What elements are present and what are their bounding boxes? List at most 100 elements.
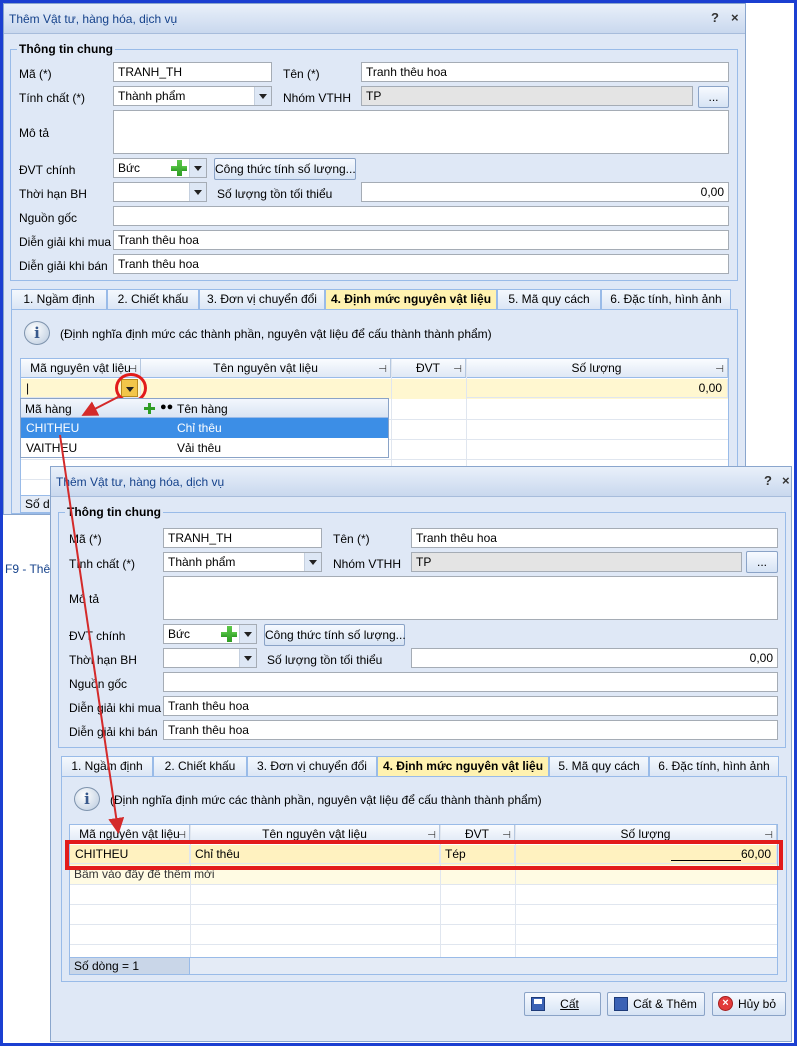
save-and-new-label: Cất & Thêm [633, 997, 697, 1011]
dropdown-row[interactable]: VAITHEU Vải thêu [21, 438, 388, 458]
annotation-highlight [65, 840, 783, 870]
ten-input[interactable]: Tranh thêu hoa [411, 528, 778, 548]
chevron-down-icon[interactable] [304, 553, 321, 571]
diengiaimua-label: Diễn giải khi mua [19, 235, 112, 249]
tab-chiet-khau[interactable]: 2. Chiết khấu [153, 756, 247, 776]
dvt-label: ĐVT chính [19, 163, 76, 177]
info-icon: i [24, 321, 50, 345]
tab-ma-quy-cach[interactable]: 5. Mã quy cách [549, 756, 649, 776]
add-icon[interactable] [144, 403, 155, 414]
nguongoc-input[interactable] [113, 206, 729, 226]
nhom-browse-button[interactable]: ... [746, 551, 778, 573]
tab-chiet-khau[interactable]: 2. Chiết khấu [107, 289, 199, 309]
ma-input[interactable]: TRANH_TH [113, 62, 272, 82]
info-icon: i [74, 787, 100, 811]
dropdown-row-code: CHITHEU [26, 421, 80, 435]
ten-input[interactable]: Tranh thêu hoa [361, 62, 729, 82]
ten-label: Tên (*) [283, 67, 320, 81]
diengiaiban-input[interactable]: Tranh thêu hoa [113, 254, 729, 274]
nguongoc-label: Nguồn gốc [19, 211, 78, 225]
congthuc-button[interactable]: Công thức tính số lượng... [264, 624, 406, 646]
grid-line [21, 459, 728, 460]
col-header-ma-text: Mã nguyên vật liệu [79, 827, 180, 841]
chevron-down-icon[interactable] [239, 625, 256, 643]
pin-icon[interactable]: ⊣ [453, 361, 462, 379]
ten-label: Tên (*) [333, 532, 370, 546]
tab-don-vi-chuyen-doi[interactable]: 3. Đơn vị chuyển đổi [199, 289, 325, 309]
add-icon[interactable] [170, 159, 188, 177]
tinhchat-value: Thành phẩm [118, 89, 186, 103]
tinhchat-select[interactable]: Thành phẩm [163, 552, 322, 572]
pin-icon[interactable]: ⊣ [378, 361, 387, 379]
col-header-dvt[interactable]: ĐVT ⊣ [391, 359, 466, 378]
dvt-value: Bức [168, 627, 191, 641]
congthuc-button[interactable]: Công thức tính số lượng... [214, 158, 356, 180]
ma-input[interactable]: TRANH_TH [163, 528, 322, 548]
binoculars-icon[interactable]: ●● [160, 401, 173, 413]
tab-ngam-dinh[interactable]: 1. Ngầm định [61, 756, 153, 776]
dropdown-header-name: Tên hàng [177, 402, 228, 416]
diengiaimua-input[interactable]: Tranh thêu hoa [163, 696, 778, 716]
tab-ma-quy-cach[interactable]: 5. Mã quy cách [497, 289, 601, 309]
dvt-value: Bức [118, 161, 141, 175]
tab-dac-tinh-hinh-anh[interactable]: 6. Đặc tính, hình ảnh [649, 756, 779, 776]
soluongton-label: Số lượng tồn tối thiểu [267, 653, 383, 667]
close-icon[interactable]: × [782, 473, 790, 488]
save-and-new-button[interactable]: Cất & Thêm [607, 992, 705, 1016]
col-header-ten[interactable]: Tên nguyên vật liệu ⊣ [141, 359, 391, 378]
save-button[interactable]: Cất [524, 992, 601, 1016]
dvt-select[interactable]: Bức [163, 624, 257, 644]
tab-don-vi-chuyen-doi[interactable]: 3. Đơn vị chuyển đổi [247, 756, 377, 776]
chevron-down-icon[interactable] [254, 87, 271, 105]
col-header-ten-text: Tên nguyên vật liệu [213, 361, 318, 375]
dvt-select[interactable]: Bức [113, 158, 207, 178]
chevron-down-icon[interactable] [239, 649, 256, 667]
chevron-down-icon[interactable] [189, 159, 206, 177]
ma-label: Mã (*) [19, 67, 52, 81]
nhom-input[interactable]: TP [361, 86, 693, 106]
thoihan-label: Thời hạn BH [19, 187, 87, 201]
nguongoc-input[interactable] [163, 672, 778, 692]
dropdown-header: Mã hàng ●● Tên hàng [21, 399, 388, 418]
add-icon[interactable] [220, 625, 238, 643]
soluongton-input[interactable]: 0,00 [361, 182, 729, 202]
help-icon[interactable]: ? [764, 473, 772, 488]
info-text: (Định nghĩa định mức các thành phần, ngu… [60, 327, 492, 341]
nhom-browse-button[interactable]: ... [698, 86, 729, 108]
tinhchat-select[interactable]: Thành phẩm [113, 86, 272, 106]
save-label: Cất [560, 997, 579, 1011]
nhom-input[interactable]: TP [411, 552, 742, 572]
tab-strip: 1. Ngầm định 2. Chiết khấu 3. Đơn vị chu… [61, 756, 779, 777]
edit-row-qty[interactable]: 0,00 [466, 379, 728, 398]
soluongton-label: Số lượng tồn tối thiểu [217, 187, 333, 201]
mota-textarea[interactable] [163, 576, 778, 620]
col-header-soluong-text: Số lượng [620, 827, 671, 841]
dropdown-row-selected[interactable]: CHITHEU Chỉ thêu [21, 418, 388, 438]
thoihan-select[interactable] [163, 648, 257, 668]
tab-dinh-muc-nvl[interactable]: 4. Định mức nguyên vật liệu [325, 289, 497, 310]
thoihan-select[interactable] [113, 182, 207, 202]
diengiaimua-input[interactable]: Tranh thêu hoa [113, 230, 729, 250]
save-new-icon [614, 997, 628, 1011]
pin-icon[interactable]: ⊣ [715, 361, 724, 379]
soluongton-input[interactable]: 0,00 [411, 648, 778, 668]
tab-ngam-dinh[interactable]: 1. Ngầm định [11, 289, 107, 309]
mota-textarea[interactable] [113, 110, 729, 154]
grid-line [70, 924, 777, 925]
cancel-button[interactable]: × Hủy bỏ [712, 992, 786, 1016]
back-dialog: Thêm Vật tư, hàng hóa, dịch vụ ? × Thông… [3, 3, 746, 515]
col-header-soluong-text: Số lượng [571, 361, 622, 375]
chevron-down-icon[interactable] [189, 183, 206, 201]
help-icon[interactable]: ? [711, 10, 719, 25]
diengiaiban-label: Diễn giải khi bán [19, 259, 108, 273]
thoihan-label: Thời hạn BH [69, 653, 137, 667]
close-icon[interactable]: × [731, 10, 739, 25]
nguongoc-label: Nguồn gốc [69, 677, 128, 691]
tab-dac-tinh-hinh-anh[interactable]: 6. Đặc tính, hình ảnh [601, 289, 731, 309]
dropdown-header-code: Mã hàng [25, 402, 72, 416]
status-bar: Số dòng = 1 [70, 957, 777, 974]
tab-dinh-muc-nvl[interactable]: 4. Định mức nguyên vật liệu [377, 756, 549, 777]
tinhchat-value: Thành phẩm [168, 555, 236, 569]
col-header-soluong[interactable]: Số lượng ⊣ [466, 359, 728, 378]
diengiaiban-input[interactable]: Tranh thêu hoa [163, 720, 778, 740]
